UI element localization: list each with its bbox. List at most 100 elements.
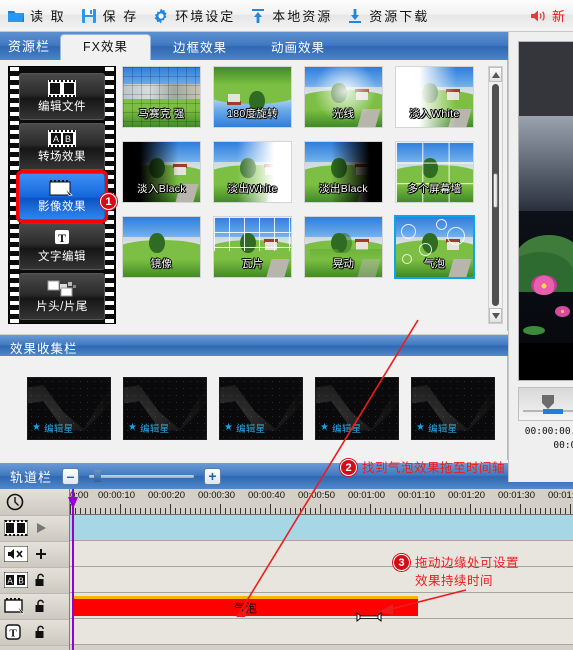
collection-item[interactable]: ★ 编辑星	[411, 376, 495, 440]
bubble-shape	[400, 224, 416, 240]
effect-item-tile[interactable]: 瓦片	[213, 216, 292, 278]
ruler-tick	[165, 508, 166, 514]
sidebar-item-edit-file[interactable]: 编辑文件	[19, 73, 105, 120]
annotation-badge-1: 1	[100, 193, 117, 210]
ruler-label: 00:00:50	[298, 490, 335, 501]
effect-item-fade-out-white[interactable]: 淡出White	[213, 141, 292, 203]
playhead-handle[interactable]	[68, 497, 79, 510]
collection-item[interactable]: ★ 编辑星	[315, 376, 399, 440]
ruler-tick	[215, 508, 216, 514]
ruler-tick	[325, 508, 326, 514]
effect-label: 瓦片	[241, 258, 264, 270]
scroll-up-arrow-icon[interactable]	[489, 67, 502, 82]
effect-item-shake[interactable]: 晃动	[304, 216, 383, 278]
unlock-icon[interactable]	[34, 573, 50, 589]
track-row-time[interactable]	[0, 489, 69, 516]
toolbar-button-download-resource[interactable]: 资源下载	[339, 1, 436, 31]
sidebar-item-text-edit[interactable]: T 文字编辑	[19, 223, 105, 270]
seek-marker-icon[interactable]	[541, 394, 555, 410]
ruler-tick	[135, 508, 136, 514]
ruler-tick	[400, 508, 401, 514]
ruler-tick	[565, 508, 566, 514]
effect-item-fade-in-white[interactable]: 淡入White	[395, 66, 474, 128]
zoom-in-button[interactable]: +	[204, 467, 222, 485]
toolbar-button-announcement[interactable]: 新	[522, 1, 573, 31]
track-row-video[interactable]	[0, 516, 69, 542]
effect-item-light-ray[interactable]: 光线	[304, 66, 383, 128]
toolbar-label-settings: 环境设定	[175, 9, 236, 24]
collection-item[interactable]: ★ 编辑星	[27, 376, 111, 440]
svg-text:A: A	[53, 134, 59, 144]
track-row-image-effect[interactable]	[0, 594, 69, 620]
track-row-transition[interactable]: AB	[0, 568, 69, 594]
scrollbar-track[interactable]	[492, 84, 499, 306]
tab-fx-effects[interactable]: FX效果	[60, 34, 151, 60]
effects-scrollbar[interactable]	[488, 66, 503, 324]
ruler-tick	[385, 508, 386, 514]
ruler-tick	[570, 504, 571, 514]
effect-label: 晃动	[332, 258, 355, 270]
zoom-slider[interactable]	[89, 470, 195, 482]
timeline-lane-image-effect[interactable]: 气泡	[70, 593, 573, 619]
scrollbar-thumb[interactable]	[493, 172, 498, 209]
effect-item-bubble[interactable]: 气泡	[394, 215, 475, 279]
scroll-down-arrow-icon[interactable]	[489, 308, 502, 323]
collection-item[interactable]: ★ 编辑星	[123, 376, 207, 440]
toolbar-button-settings[interactable]: 环境设定	[145, 1, 242, 31]
zoom-out-button[interactable]: –	[62, 467, 80, 485]
toolbar-label-open: 读 取	[30, 9, 66, 24]
tab-animation-effects[interactable]: 动画效果	[249, 36, 347, 60]
star-icon: ★	[128, 422, 138, 433]
ruler-tick	[205, 508, 206, 514]
ruler-tick	[530, 508, 531, 514]
top-toolbar: 读 取 保 存 环境设定 本地资源 资源下载 新	[0, 0, 573, 32]
effect-item-multi-screen-wall[interactable]: 多个屏幕墙	[395, 141, 474, 203]
effect-item-fade-in-black[interactable]: 淡入Black	[122, 141, 201, 203]
svg-text:T: T	[58, 231, 66, 245]
timeline-tracks: 气泡	[70, 515, 573, 650]
toolbar-button-open[interactable]: 读 取	[0, 1, 73, 31]
ruler-tick	[285, 508, 286, 514]
toolbar-button-save[interactable]: 保 存	[73, 1, 146, 31]
effect-item-rotate-180[interactable]: 180度旋转	[213, 66, 292, 128]
tab-border-effects[interactable]: 边框效果	[151, 36, 249, 60]
sidebar-label-edit-file: 编辑文件	[38, 100, 86, 113]
unlock-icon[interactable]	[34, 599, 50, 615]
ruler-tick	[360, 508, 361, 514]
preview-lily-pad	[523, 325, 546, 335]
preview-seek-bar[interactable]	[518, 387, 573, 421]
collection-item[interactable]: ★ 编辑星	[219, 376, 303, 440]
effects-row: 淡入Black 淡出White 淡出Black 多个屏幕墙	[122, 141, 484, 203]
sidebar-item-image-effect[interactable]: 影像效果	[16, 170, 108, 223]
play-icon[interactable]	[34, 521, 50, 537]
ruler-label: 00:01:00	[348, 490, 385, 501]
ruler-tick	[315, 508, 316, 514]
ab-transition-icon: AB	[3, 571, 29, 590]
timeline-lane-text[interactable]	[70, 619, 573, 645]
effect-item-mosaic-strong[interactable]: 马赛克 强	[122, 66, 201, 128]
effect-item-mirror[interactable]: 镜像	[122, 216, 201, 278]
speaker-icon	[529, 7, 547, 25]
timeline-ruler[interactable]: 0:00 00:00:10 00:00:20 00:00:30 00:00:40 00:0…	[70, 489, 573, 515]
ruler-tick	[305, 508, 306, 514]
track-row-audio[interactable]	[0, 542, 69, 568]
zoom-slider-knob[interactable]	[94, 470, 102, 482]
sidebar-item-transition[interactable]: AB 转场效果	[19, 123, 105, 170]
effect-label: 淡入White	[409, 108, 460, 120]
ruler-tick	[525, 508, 526, 514]
timeline-clip-label: 气泡	[234, 602, 257, 615]
unlock-icon[interactable]	[34, 625, 50, 641]
track-row-text[interactable]: T	[0, 620, 69, 646]
ruler-tick	[340, 508, 341, 514]
plus-icon[interactable]	[34, 547, 50, 563]
ruler-tick	[90, 508, 91, 514]
preview-video-frame[interactable]	[518, 41, 573, 381]
ruler-tick	[470, 504, 471, 514]
timeline-lane-video[interactable]	[70, 515, 573, 541]
ruler-tick	[500, 508, 501, 514]
effect-item-fade-out-black[interactable]: 淡出Black	[304, 141, 383, 203]
sidebar-item-intro-outro[interactable]: 片头/片尾	[19, 273, 105, 320]
ruler-tick	[390, 508, 391, 514]
toolbar-button-local-resource[interactable]: 本地资源	[242, 1, 339, 31]
ruler-tick	[300, 508, 301, 514]
